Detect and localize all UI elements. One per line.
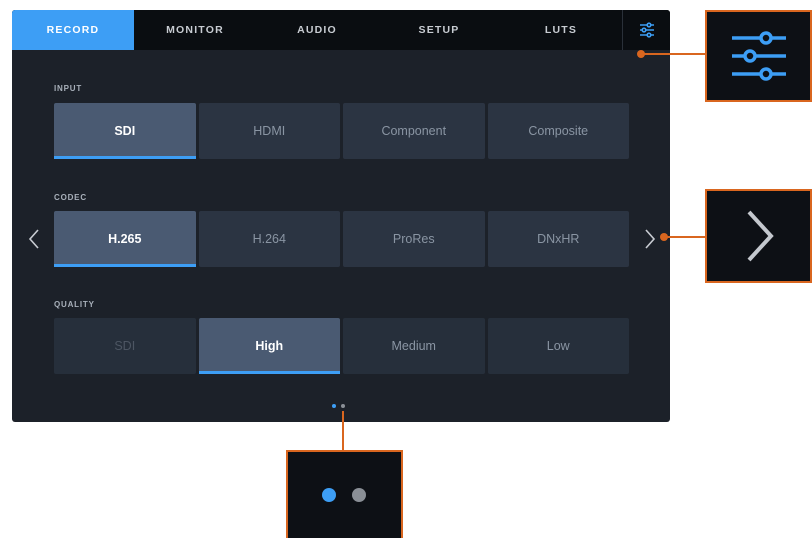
prev-page-button[interactable] (24, 225, 44, 253)
codec-option-h265[interactable]: H.265 (54, 211, 196, 267)
codec-section-label: CODEC (54, 193, 87, 202)
tab-record[interactable]: RECORD (12, 10, 134, 50)
settings-button[interactable] (622, 10, 670, 50)
tab-luts[interactable]: LUTS (500, 10, 622, 50)
codec-option-dnxhr[interactable]: DNxHR (487, 211, 629, 267)
chevron-left-icon (28, 229, 39, 249)
callout-leader-settings (641, 53, 707, 55)
codec-option-prores[interactable]: ProRes (343, 211, 485, 267)
page-dots-icon (321, 488, 366, 502)
callout-sliders (705, 10, 812, 102)
callout-leader-dots (342, 411, 344, 452)
next-page-button[interactable] (640, 225, 660, 253)
tab-monitor[interactable]: MONITOR (134, 10, 256, 50)
callout-leader-next (664, 236, 707, 238)
chevron-right-icon (645, 229, 656, 249)
input-option-sdi[interactable]: SDI (54, 103, 196, 159)
tab-setup[interactable]: SETUP (378, 10, 500, 50)
chevron-right-icon (747, 210, 774, 262)
quality-option-high[interactable]: High (198, 318, 340, 374)
page-dot-inactive[interactable] (341, 404, 345, 408)
quality-option-low[interactable]: Low (487, 318, 629, 374)
quality-section-label: QUALITY (54, 300, 95, 309)
sliders-icon (731, 31, 786, 81)
quality-option-medium[interactable]: Medium (343, 318, 485, 374)
quality-options: SDI High Medium Low (54, 318, 629, 374)
page-indicator (332, 404, 345, 408)
quality-option-sdi: SDI (54, 318, 196, 374)
tab-bar: RECORD MONITOR AUDIO SETUP LUTS (12, 10, 670, 50)
input-options: SDI HDMI Component Composite (54, 103, 629, 159)
page-dot-active[interactable] (332, 404, 336, 408)
input-option-hdmi[interactable]: HDMI (198, 103, 340, 159)
codec-options: H.265 H.264 ProRes DNxHR (54, 211, 629, 267)
sliders-icon (639, 22, 654, 38)
tab-audio[interactable]: AUDIO (256, 10, 378, 50)
codec-option-h264[interactable]: H.264 (198, 211, 340, 267)
input-section-label: INPUT (54, 84, 82, 93)
touchscreen-panel: RECORD MONITOR AUDIO SETUP LUTS INPUT SD… (12, 10, 670, 422)
input-option-composite[interactable]: Composite (487, 103, 629, 159)
callout-next-arrow (705, 189, 812, 283)
input-option-component[interactable]: Component (343, 103, 485, 159)
callout-page-dots (286, 450, 403, 538)
